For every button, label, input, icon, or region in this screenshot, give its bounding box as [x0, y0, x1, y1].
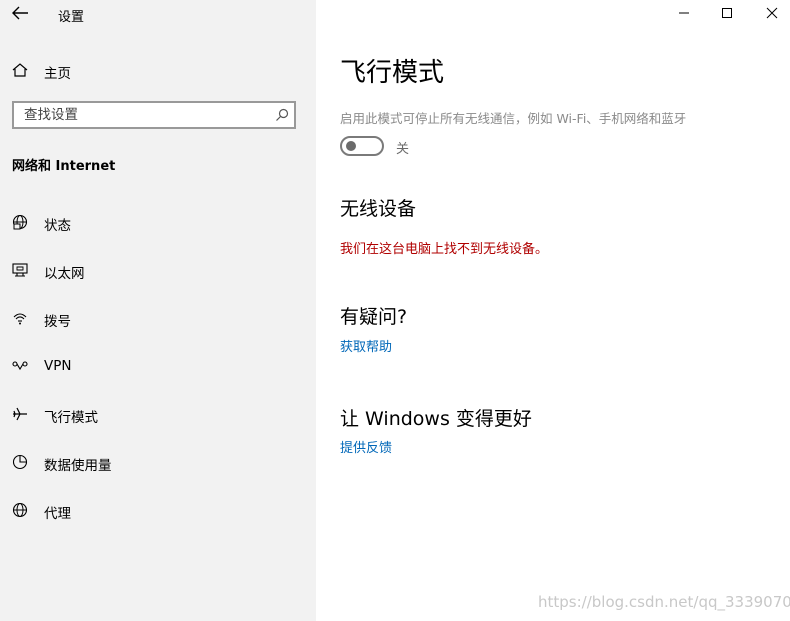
sidebar-item-label: 数据使用量: [44, 458, 112, 474]
vpn-icon: [11, 357, 29, 375]
sidebar-item-label: 代理: [44, 506, 71, 522]
watermark: https://blog.csdn.net/qq_33390700: [538, 593, 790, 611]
airplane-mode-toggle[interactable]: [340, 136, 384, 156]
data-usage-icon: [11, 453, 29, 471]
sidebar-item-data-usage[interactable]: 数据使用量: [0, 442, 316, 482]
main-content: 飞行模式 启用此模式可停止所有无线通信，例如 Wi-Fi、手机网络和蓝牙 关 无…: [316, 0, 790, 621]
section-title: 网络和 Internet: [12, 159, 116, 174]
no-wireless-warning: 我们在这台电脑上找不到无线设备。: [340, 242, 549, 257]
get-help-link[interactable]: 获取帮助: [340, 336, 392, 355]
sidebar-item-label: 主页: [44, 66, 71, 82]
close-button[interactable]: [754, 2, 790, 24]
close-icon: [766, 7, 778, 19]
sidebar-item-dialup[interactable]: 拨号: [0, 298, 316, 338]
sidebar-item-airplane[interactable]: 飞行模式: [0, 394, 316, 434]
proxy-icon: [11, 501, 29, 519]
sidebar-item-label: 拨号: [44, 314, 71, 330]
sidebar-item-label: VPN: [44, 358, 72, 374]
search-box[interactable]: [12, 101, 296, 129]
maximize-button[interactable]: [709, 2, 745, 24]
page-description: 启用此模式可停止所有无线通信，例如 Wi-Fi、手机网络和蓝牙: [340, 111, 687, 126]
search-input[interactable]: [24, 106, 254, 124]
dialup-icon: [11, 309, 29, 327]
maximize-icon: [722, 8, 732, 18]
minimize-button[interactable]: [666, 2, 702, 24]
give-feedback-link[interactable]: 提供反馈: [340, 437, 392, 456]
globe-status-icon: [11, 213, 29, 231]
sidebar-item-label: 状态: [44, 218, 71, 234]
home-icon: [11, 61, 29, 79]
sidebar-item-label: 飞行模式: [44, 410, 98, 426]
minimize-icon: [679, 12, 689, 14]
questions-heading: 有疑问?: [340, 306, 408, 328]
ethernet-icon: [11, 261, 29, 279]
back-arrow-icon: [12, 6, 28, 20]
toggle-knob: [346, 141, 356, 151]
back-button[interactable]: [8, 3, 32, 23]
page-title: 飞行模式: [340, 58, 445, 88]
sidebar-item-status[interactable]: 状态: [0, 202, 316, 242]
feedback-heading: 让 Windows 变得更好: [340, 408, 532, 430]
wireless-devices-heading: 无线设备: [340, 198, 417, 220]
airplane-icon: [11, 405, 29, 423]
sidebar-item-ethernet[interactable]: 以太网: [0, 250, 316, 290]
sidebar-item-vpn[interactable]: VPN: [0, 346, 316, 386]
search-icon[interactable]: [274, 107, 290, 123]
app-title: 设置: [58, 10, 85, 25]
sidebar-item-label: 以太网: [44, 266, 85, 282]
toggle-state-label: 关: [396, 142, 410, 157]
sidebar: 设置 主页 网络和 Internet 状态 以太网 拨号 VP: [0, 0, 316, 621]
sidebar-item-home[interactable]: 主页: [0, 50, 316, 90]
sidebar-item-proxy[interactable]: 代理: [0, 490, 316, 530]
